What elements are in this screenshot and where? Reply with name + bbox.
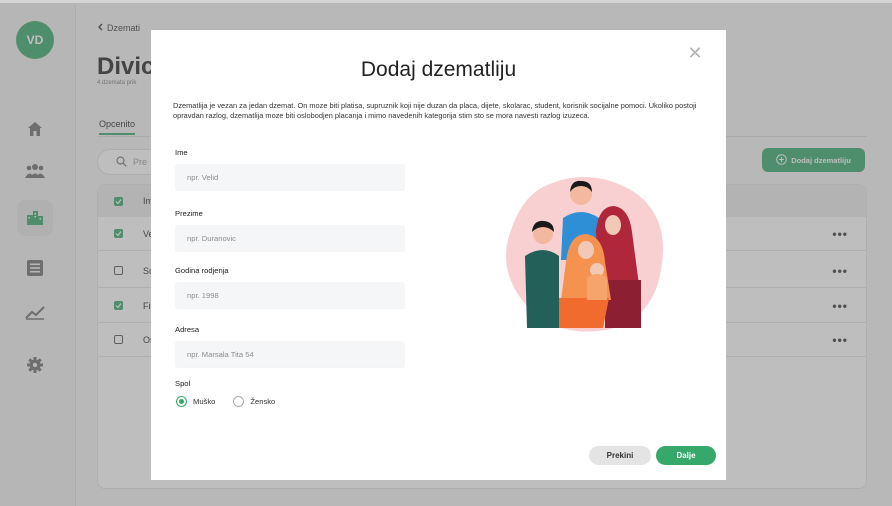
ime-label: Ime <box>175 148 188 157</box>
zensko-label: Žensko <box>250 397 276 406</box>
godina-rodjenja-label: Godina rodjenja <box>175 266 229 275</box>
gender-radio-group: Muško Žensko <box>176 396 275 407</box>
musko-radio[interactable] <box>176 396 187 407</box>
dalje-button[interactable]: Dalje <box>656 446 716 465</box>
spol-label: Spol <box>175 379 191 388</box>
prezime-label: Prezime <box>175 209 203 218</box>
modal-title: Dodaj dzematliju <box>360 58 517 81</box>
family-illustration <box>501 170 671 335</box>
adresa-label: Adresa <box>175 325 200 334</box>
modal-description: Dzematlija je vezan za jedan dzemat. On … <box>173 101 697 120</box>
prekini-button[interactable]: Prekini <box>589 446 651 465</box>
adresa-input[interactable] <box>175 341 405 367</box>
add-dzematlija-modal: ✕ Dodaj dzematliju Dzematlija je vezan z… <box>151 30 726 480</box>
musko-label: Muško <box>193 397 216 406</box>
ime-input[interactable] <box>175 164 405 190</box>
godina-rodjenja-input[interactable] <box>175 282 405 308</box>
zensko-radio[interactable] <box>233 396 245 407</box>
prezime-input[interactable] <box>175 225 405 251</box>
